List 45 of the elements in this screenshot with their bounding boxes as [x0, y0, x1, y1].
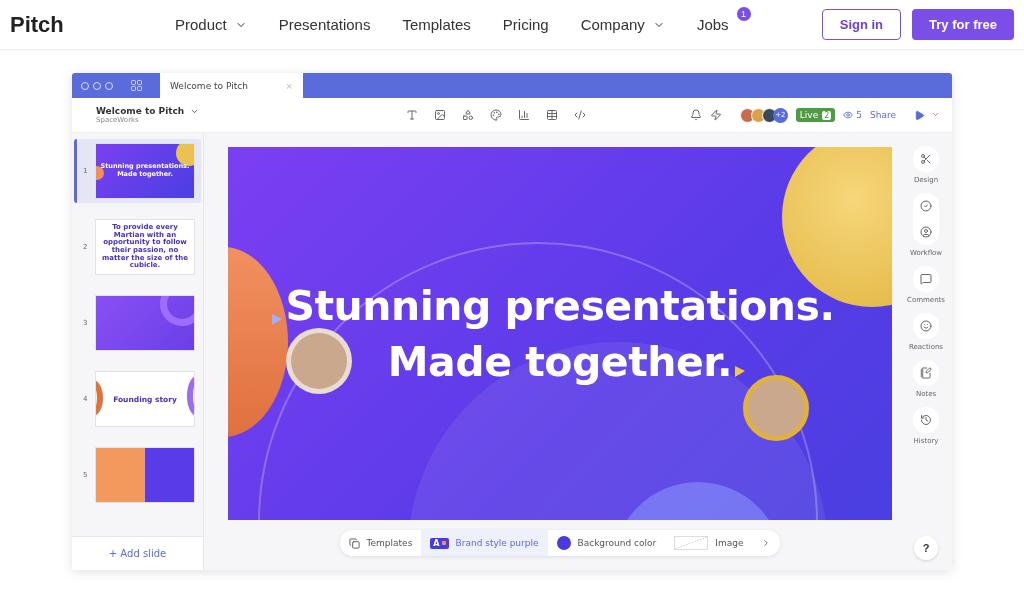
image-icon[interactable] — [434, 109, 446, 121]
nav-link[interactable]: Pricing — [502, 16, 549, 33]
add-slide-button[interactable]: + Add slide — [72, 536, 203, 570]
nav-link[interactable]: Presentations — [278, 16, 371, 33]
shapes-icon[interactable] — [462, 109, 474, 121]
text-icon[interactable] — [406, 109, 418, 121]
check-circle-icon — [920, 200, 932, 212]
share-link[interactable]: Share — [870, 110, 896, 120]
pitch-logo[interactable]: Pitch — [10, 11, 175, 38]
templates-button[interactable]: Templates — [339, 530, 422, 556]
document-tab[interactable]: Welcome to Pitch × — [160, 73, 303, 98]
comment-icon — [920, 273, 932, 285]
bell-icon[interactable] — [689, 109, 702, 121]
notification-badge: 1 — [736, 7, 751, 21]
nav-link[interactable]: Company — [580, 16, 665, 33]
sign-in-button[interactable]: Sign in — [821, 9, 902, 40]
nav-link[interactable]: Templates — [402, 16, 471, 33]
live-badge[interactable]: Live 2 — [795, 108, 836, 122]
history-icon — [920, 414, 932, 426]
background-color-button[interactable]: Background color — [547, 530, 666, 556]
copy-icon — [348, 537, 360, 549]
brand-style-button[interactable]: A Brand style purple — [421, 530, 548, 556]
grid-icon[interactable] — [131, 80, 142, 91]
image-button[interactable]: Image — [665, 530, 753, 556]
palette-icon[interactable] — [490, 109, 502, 121]
try-for-free-button[interactable]: Try for free — [912, 9, 1014, 40]
avatar — [739, 107, 755, 123]
photo-placeholder — [743, 375, 809, 441]
embed-icon[interactable] — [574, 109, 586, 121]
nav-link[interactable]: Product — [175, 16, 247, 33]
help-button[interactable]: ? — [914, 536, 938, 560]
play-icon[interactable] — [914, 109, 925, 121]
cursor-icon — [272, 314, 282, 325]
cursor-icon — [735, 366, 745, 377]
viewer-count[interactable]: 5 — [843, 110, 862, 120]
person-icon — [920, 226, 932, 238]
slide-headline: Stunning presentations. — [285, 280, 835, 332]
photo-placeholder — [286, 328, 352, 394]
slide-headline: Made together. — [387, 336, 733, 388]
document-title[interactable]: Welcome to Pitch — [96, 106, 406, 116]
lightning-icon[interactable] — [709, 109, 722, 121]
chart-icon[interactable] — [518, 109, 530, 121]
table-icon[interactable] — [546, 109, 558, 121]
notes-icon — [920, 367, 932, 379]
smile-icon — [920, 320, 932, 332]
